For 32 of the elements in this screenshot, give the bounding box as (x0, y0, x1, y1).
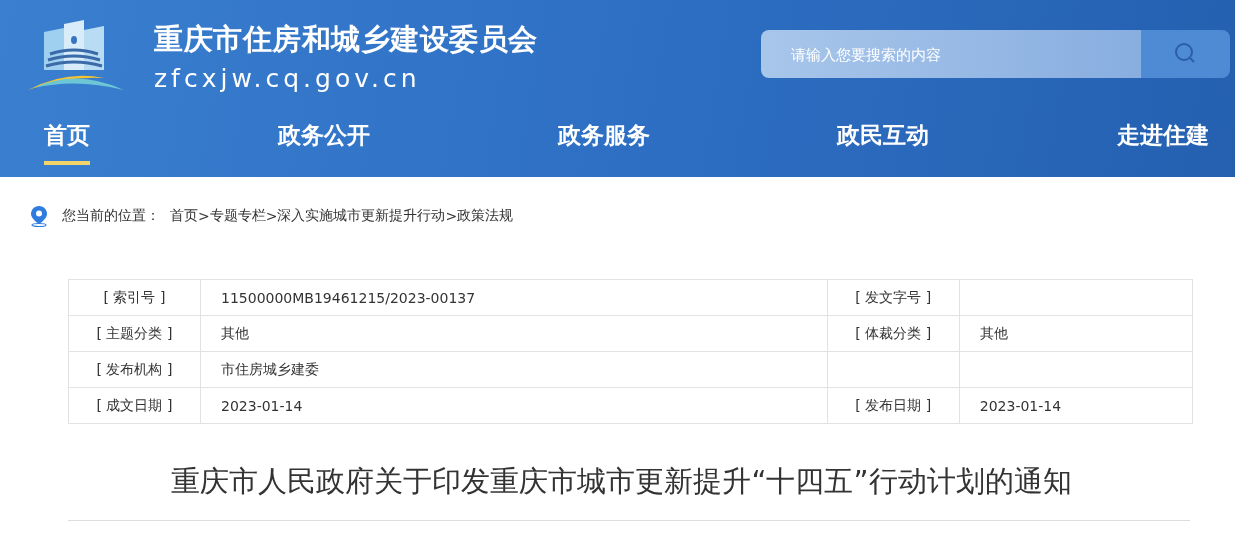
table-cell: [ 索引号 ] (68, 279, 201, 316)
nav-tab[interactable]: 走进住建 (1117, 108, 1209, 165)
location-pin-icon (30, 205, 48, 227)
search-button[interactable] (1141, 30, 1230, 78)
table-cell: [ 发布机构 ] (68, 351, 201, 388)
breadcrumb-link[interactable]: 政策法规 (457, 207, 514, 225)
table-cell: 其他 (200, 315, 828, 352)
table-cell: [ 体裁分类 ] (827, 315, 960, 352)
nav-tab[interactable]: 政务公开 (277, 108, 370, 165)
site-name: 重庆市住房和城乡建设委员会 (154, 20, 538, 58)
nav-tab[interactable]: 政民互动 (837, 108, 930, 165)
table-cell: [ 主题分类 ] (68, 315, 201, 352)
nav-tab[interactable]: 首页 (44, 108, 90, 165)
breadcrumb-label: 您当前的位置： (62, 207, 160, 225)
nav-tab[interactable]: 政务服务 (557, 108, 650, 165)
table-cell: [ 发布日期 ] (827, 387, 960, 424)
article-title: 重庆市人民政府关于印发重庆市城市更新提升“十四五”行动计划的通知 (170, 463, 1073, 500)
site-domain: zfcxjw.cq.gov.cn (154, 63, 422, 93)
table-cell: [ 发文字号 ] (827, 279, 960, 316)
table-cell: 2023-01-14 (959, 387, 1193, 424)
breadcrumb-separator: > (198, 208, 210, 224)
table-cell: 其他 (959, 315, 1193, 352)
table-cell: 11500000MB19461215/2023-00137 (200, 279, 828, 316)
breadcrumb-separator: > (445, 208, 458, 224)
search-field[interactable]: 请输入您要搜索的内容 (761, 30, 1141, 78)
breadcrumb-link[interactable]: 专题专栏 (209, 207, 266, 225)
breadcrumb-link[interactable]: 深入实施城市更新提升行动 (277, 207, 446, 225)
breadcrumb-link[interactable]: 首页 (170, 207, 198, 225)
breadcrumb-separator: > (265, 208, 278, 224)
table-cell: [ 成文日期 ] (68, 387, 201, 424)
table-cell: 市住房城乡建委 (200, 351, 828, 388)
table-cell: 2023-01-14 (200, 387, 828, 424)
